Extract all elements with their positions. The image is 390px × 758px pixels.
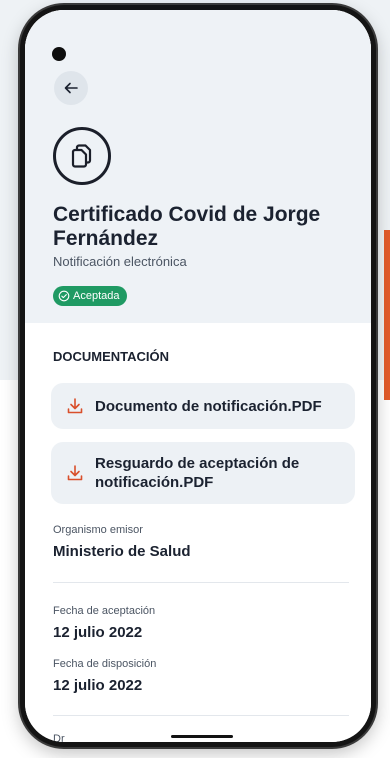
notification-header: Certificado Covid de Jorge Fernández Not… — [25, 10, 371, 323]
document-type-icon — [53, 127, 111, 185]
download-icon — [67, 398, 83, 414]
status-badge: Aceptada — [53, 286, 128, 306]
back-button[interactable] — [54, 71, 88, 105]
file-label: Resguardo de aceptación de notificación.… — [95, 455, 300, 491]
camera-cutout — [52, 47, 66, 61]
acceptance-date-value: 12 julio 2022 — [53, 624, 143, 641]
file-label: Documento de notificación.PDF — [95, 397, 322, 415]
divider — [53, 715, 349, 716]
acceptance-date-label: Fecha de aceptación — [53, 605, 156, 617]
background-accent — [384, 230, 390, 400]
home-indicator[interactable] — [171, 735, 233, 738]
page-subtitle: Notificación electrónica — [53, 254, 187, 269]
page-title: Certificado Covid de Jorge Fernández — [53, 203, 321, 250]
phone-frame: Certificado Covid de Jorge Fernández Not… — [20, 5, 376, 747]
documents-copy-icon — [71, 144, 92, 168]
arrow-left-icon — [64, 82, 78, 94]
documentation-section-title: DOCUMENTACIÓN — [53, 349, 170, 364]
disposition-date-value: 12 julio 2022 — [53, 677, 143, 694]
divider — [53, 582, 349, 583]
download-icon — [67, 465, 83, 481]
issuer-value: Ministerio de Salud — [53, 543, 191, 560]
app-screen: Certificado Covid de Jorge Fernández Not… — [25, 10, 371, 742]
check-circle-icon — [58, 290, 70, 302]
disposition-date-label: Fecha de disposición — [53, 658, 157, 670]
partial-field-label: Dr — [53, 733, 65, 745]
download-notification-document-button[interactable]: Documento de notificación.PDF — [51, 383, 355, 429]
issuer-label: Organismo emisor — [53, 524, 143, 536]
download-acceptance-receipt-button[interactable]: Resguardo de aceptación de notificación.… — [51, 442, 355, 504]
status-badge-label: Aceptada — [73, 290, 120, 302]
